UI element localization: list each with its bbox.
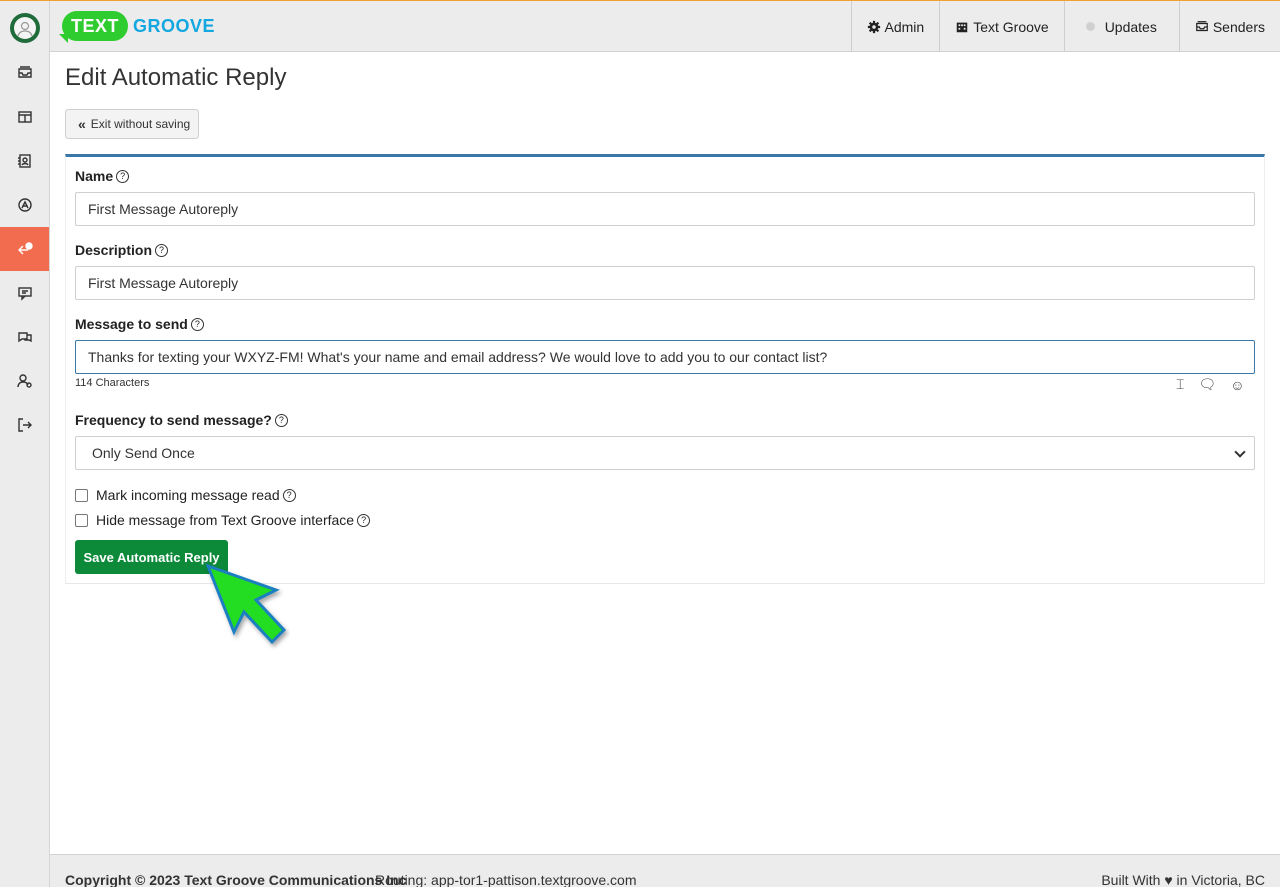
sidebar-item-logout[interactable] [0,403,49,447]
help-icon[interactable]: ? [116,169,130,183]
layout-icon [17,111,32,123]
name-label-text: Name [75,168,114,184]
hide-message-checkbox[interactable] [75,513,88,527]
dot-icon [1085,22,1095,31]
message-value: Thanks for texting your WXYZ-FM! What's … [88,349,828,365]
text-cursor-icon[interactable]: ⌶ [1176,376,1184,393]
built-prefix: Built With [1101,872,1161,887]
built-with: Built With ♥ in Victoria, BC [1101,872,1265,887]
header: TEXT GROOVE Admin Text Groove Updates Se… [50,1,1280,52]
contacts-icon [17,154,31,168]
nav-senders[interactable]: Senders [1178,1,1280,52]
gear-icon [867,20,880,33]
sidebar-item-messages[interactable] [0,271,49,315]
help-icon[interactable]: ? [190,317,204,331]
hide-message-label: Hide message from Text Groove interface [96,512,355,528]
top-nav: Admin Text Groove Updates Senders [850,1,1280,52]
name-value: First Message Autoreply [88,201,239,217]
character-counter: 114 Characters [75,377,150,389]
frequency-select[interactable]: Only Send Once [75,436,1255,470]
building-icon [956,22,968,32]
sidebar-item-auto-reply[interactable] [0,227,49,271]
footer: Copyright © 2023 Text Groove Communicati… [50,854,1280,887]
pointer-arrow-icon [205,563,287,645]
double-chevron-left-icon: « [78,116,86,132]
help-icon[interactable]: ? [274,413,288,427]
sidebar-item-contacts[interactable] [0,139,49,183]
user-icon [14,17,36,39]
chat-icon [17,332,32,343]
inbox-icon [17,66,32,78]
message-icon [17,287,32,301]
nav-admin-label: Admin [884,18,925,35]
heart-icon: ♥ [1164,872,1173,887]
description-field[interactable]: First Message Autoreply [75,266,1255,300]
avatar[interactable] [10,13,40,43]
help-icon[interactable]: ? [155,243,169,257]
inbox-icon [1195,20,1208,31]
auto-reply-icon [17,242,33,255]
logo-text: TEXT [58,11,129,43]
message-tools: ⌶ 🗨︎ ☺ [1176,376,1244,393]
sidebar-item-chat[interactable] [0,315,49,359]
description-value: First Message Autoreply [88,275,239,291]
mark-read-row: Mark incoming message read ? [75,487,296,503]
sidebar [0,1,50,887]
built-suffix: in Victoria, BC [1176,872,1265,887]
sidebar-item-inbox[interactable] [0,51,49,95]
help-icon[interactable]: ? [282,488,296,502]
nav-text-groove[interactable]: Text Groove [939,1,1063,52]
hide-message-row: Hide message from Text Groove interface … [75,512,371,528]
frequency-label-text: Frequency to send message? [75,412,272,428]
message-field[interactable]: Thanks for texting your WXYZ-FM! What's … [75,340,1255,374]
sidebar-item-layout[interactable] [0,95,49,139]
help-icon[interactable]: ? [357,513,371,527]
name-field[interactable]: First Message Autoreply [75,192,1255,226]
sidebar-item-user-settings[interactable] [0,359,49,403]
nav-text-groove-label: Text Groove [973,18,1049,35]
exit-without-saving-button[interactable]: « Exit without saving [65,109,199,139]
mark-read-label: Mark incoming message read [96,487,280,503]
compass-icon [17,198,32,212]
name-label: Name ? [75,168,130,184]
user-settings-icon [16,374,32,388]
routing-info: Routing: app-tor1-pattison.textgroove.co… [375,872,637,887]
emoji-icon[interactable]: ☺ [1230,377,1244,393]
nav-admin[interactable]: Admin [850,1,940,52]
frequency-label: Frequency to send message? ? [75,412,288,428]
copyright: Copyright © 2023 Text Groove Communicati… [65,872,407,887]
nav-updates-label: Updates [1104,18,1157,35]
page-title: Edit Automatic Reply [65,64,287,91]
description-label-text: Description [75,242,153,258]
exit-label: Exit without saving [90,117,191,131]
logo[interactable]: TEXT GROOVE [58,10,216,43]
message-label-text: Message to send [75,316,188,332]
sidebar-item-compass[interactable] [0,183,49,227]
logo-word: GROOVE [133,15,216,36]
nav-updates[interactable]: Updates [1063,1,1179,52]
message-label: Message to send ? [75,316,204,332]
chevron-down-icon [1234,446,1246,458]
speech-bubble-icon[interactable]: 🗨︎ [1198,376,1216,393]
mark-read-checkbox[interactable] [75,488,88,502]
logout-icon [17,418,32,432]
description-label: Description ? [75,242,169,258]
nav-senders-label: Senders [1212,18,1265,35]
frequency-value: Only Send Once [92,445,195,461]
